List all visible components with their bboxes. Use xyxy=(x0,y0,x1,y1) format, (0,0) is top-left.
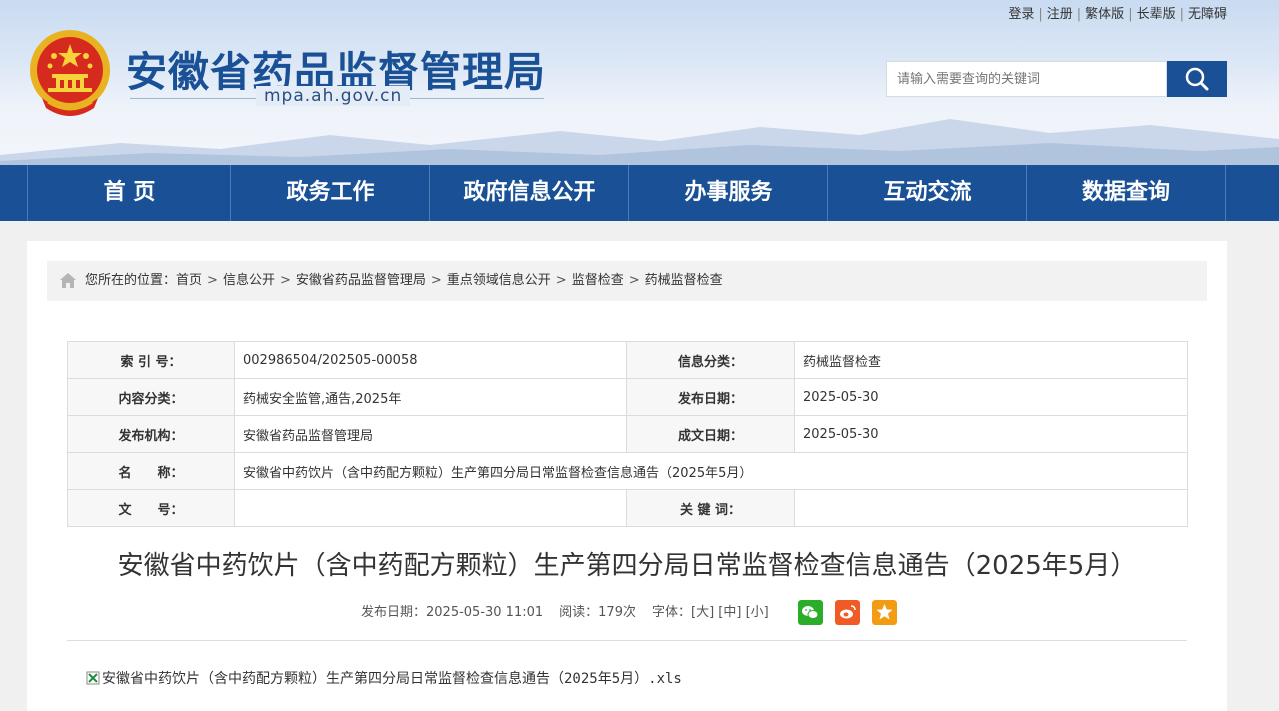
wechat-icon[interactable] xyxy=(798,600,823,625)
table-row: 发布机构： 安徽省药品监督管理局 成文日期： 2025-05-30 xyxy=(67,415,1188,453)
breadcrumb-item-drug-device-inspection[interactable]: 药械监督检查 xyxy=(645,273,723,288)
accessibility-link[interactable]: 无障碍 xyxy=(1188,7,1227,22)
article-title: 安徽省中药饮片（含中药配方颗粒）生产第四分局日常监督检查信息通告（2025年5月… xyxy=(117,551,1137,581)
register-link[interactable]: 注册 xyxy=(1047,7,1073,22)
favorite-star-icon[interactable] xyxy=(872,600,897,625)
table-row: 内容分类： 药械安全监管,通告,2025年 发布日期： 2025-05-30 xyxy=(67,378,1188,416)
breadcrumb-item-supervision[interactable]: 监督检查 xyxy=(572,273,624,288)
nav-data-query[interactable]: 数据查询 xyxy=(1026,165,1226,221)
breadcrumb-item-key-areas[interactable]: 重点领域信息公开 xyxy=(447,273,551,288)
doc-number-value xyxy=(234,489,627,527)
nav-government-affairs[interactable]: 政务工作 xyxy=(230,165,430,221)
read-count: 阅读：179次 xyxy=(559,605,636,620)
keywords-label: 关 键 词： xyxy=(626,489,795,527)
publish-datetime: 发布日期：2025-05-30 11:01 xyxy=(361,605,544,620)
search-icon xyxy=(1185,67,1209,91)
nav-interaction[interactable]: 互动交流 xyxy=(827,165,1027,221)
mountain-banner xyxy=(0,119,1279,165)
category-label: 信息分类： xyxy=(626,341,795,379)
breadcrumb-item-bureau[interactable]: 安徽省药品监督管理局 xyxy=(296,273,426,288)
login-link[interactable]: 登录 xyxy=(1008,7,1034,22)
breadcrumb-prefix: 您所在的位置： xyxy=(85,273,177,288)
font-medium-button[interactable]: [中] xyxy=(718,605,741,620)
name-value: 安徽省中药饮片（含中药配方颗粒）生产第四分局日常监督检查信息通告（2025年5月… xyxy=(234,452,1188,490)
main-nav: 首 页 政务工作 政府信息公开 办事服务 互动交流 数据查询 xyxy=(0,165,1279,221)
article-meta: 发布日期：2025-05-30 11:01 阅读：179次 字体：[大] [中] [… xyxy=(361,600,769,626)
doc-number-label: 文 号： xyxy=(67,489,235,527)
table-row: 名 称： 安徽省中药饮片（含中药配方颗粒）生产第四分局日常监督检查信息通告（20… xyxy=(67,452,1188,490)
info-table: 索 引 号： 002986504/202505-00058 信息分类： 药械监督… xyxy=(67,341,1188,527)
elder-version-link[interactable]: 长辈版 xyxy=(1137,7,1176,22)
index-label: 索 引 号： xyxy=(67,341,235,379)
search-button[interactable] xyxy=(1167,61,1227,97)
nav-home[interactable]: 首 页 xyxy=(27,165,231,221)
content-category-value: 药械安全监管,通告,2025年 xyxy=(234,378,627,416)
traditional-chinese-link[interactable]: 繁体版 xyxy=(1085,7,1124,22)
home-icon xyxy=(60,273,76,288)
excel-file-icon xyxy=(86,671,100,685)
breadcrumb-item-home[interactable]: 首页 xyxy=(176,273,202,288)
font-small-button[interactable]: [小] xyxy=(746,605,769,620)
nav-services[interactable]: 办事服务 xyxy=(628,165,828,221)
written-date-label: 成文日期： xyxy=(626,415,795,453)
font-large-button[interactable]: [大] xyxy=(691,605,714,620)
site-domain: mpa.ah.gov.cn xyxy=(256,86,411,106)
org-value: 安徽省药品监督管理局 xyxy=(234,415,627,453)
attachment-link[interactable]: 安徽省中药饮片（含中药配方颗粒）生产第四分局日常监督检查信息通告（2025年5月… xyxy=(86,668,682,688)
site-header: 登录 | 注册 | 繁体版 | 长辈版 | 无障碍 安徽省药品监督管理局 mpa.ah.gov.… xyxy=(0,0,1279,165)
org-label: 发布机构： xyxy=(67,415,235,453)
breadcrumb: 您所在的位置：首页 > 信息公开 > 安徽省药品监督管理局 > 重点领域信息公开 > 监督检查 >… xyxy=(47,261,1207,301)
weibo-icon[interactable] xyxy=(835,600,860,625)
publish-date-label: 发布日期： xyxy=(626,378,795,416)
nav-info-disclosure[interactable]: 政府信息公开 xyxy=(429,165,629,221)
written-date-value: 2025-05-30 xyxy=(794,415,1188,453)
national-emblem-icon[interactable] xyxy=(28,28,112,118)
content-divider xyxy=(67,640,1187,641)
keywords-value xyxy=(794,489,1188,527)
content-category-label: 内容分类： xyxy=(67,378,235,416)
search-input[interactable] xyxy=(886,61,1167,97)
font-size-label: 字体： xyxy=(651,605,691,620)
name-label: 名 称： xyxy=(67,452,235,490)
category-value: 药械监督检查 xyxy=(794,341,1188,379)
table-row: 文 号： 关 键 词： xyxy=(67,489,1188,527)
publish-date-value: 2025-05-30 xyxy=(794,378,1188,416)
index-value: 002986504/202505-00058 xyxy=(234,341,627,379)
top-links: 登录 | 注册 | 繁体版 | 长辈版 | 无障碍 xyxy=(1008,7,1227,22)
breadcrumb-item-info-public[interactable]: 信息公开 xyxy=(223,273,275,288)
attachment-filename[interactable]: 安徽省中药饮片（含中药配方颗粒）生产第四分局日常监督检查信息通告（2025年5月… xyxy=(102,671,682,687)
table-row: 索 引 号： 002986504/202505-00058 信息分类： 药械监督… xyxy=(67,341,1188,379)
